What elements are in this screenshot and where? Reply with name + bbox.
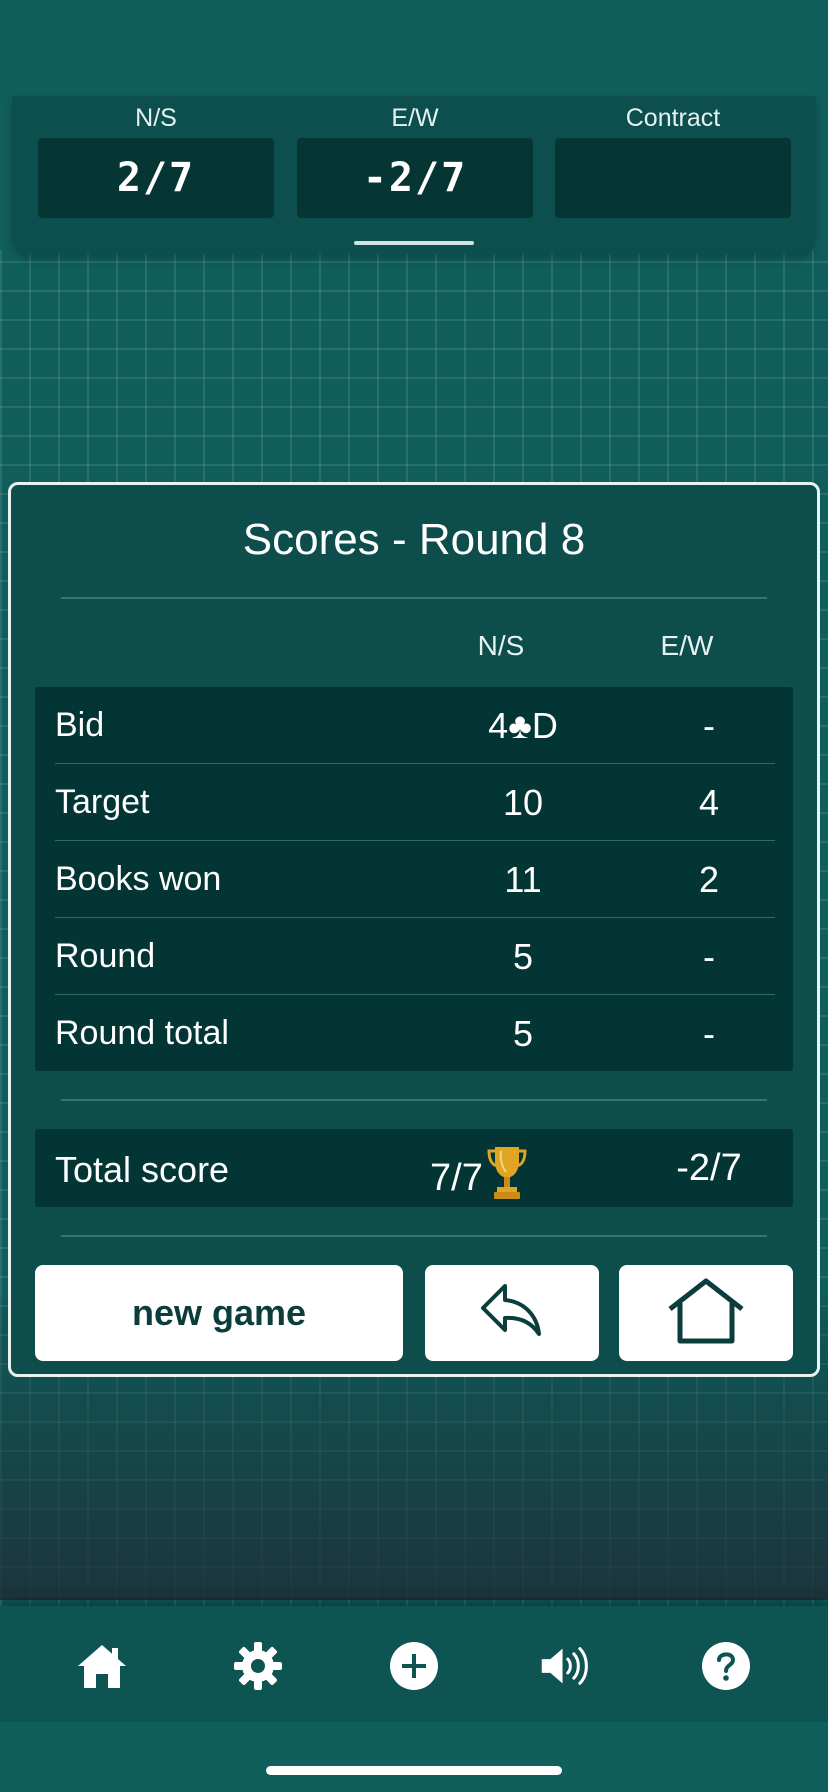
ew-cell: 4 xyxy=(698,781,720,823)
help-icon[interactable] xyxy=(700,1640,752,1692)
speaker-icon[interactable] xyxy=(540,1640,592,1692)
row-label: Target xyxy=(55,783,150,821)
scores-dialog: Scores - Round 8 N/S E/W Bid 4♣D - Targe… xyxy=(8,482,820,1377)
divider xyxy=(61,1099,767,1101)
home-outline-icon xyxy=(666,1277,746,1350)
ns-score-value: 2/7 xyxy=(38,138,274,218)
table-row: Target 10 4 xyxy=(35,764,793,841)
table-row: Round total 5 - xyxy=(35,995,793,1072)
ew-cell: - xyxy=(703,1012,715,1054)
row-label: Round total xyxy=(55,1014,229,1052)
ew-cell: - xyxy=(703,935,715,977)
back-button[interactable] xyxy=(425,1265,599,1361)
score-summary-panel[interactable]: N/S 2/7 E/W -2/7 Contract xyxy=(12,96,816,254)
ew-cell: - xyxy=(703,704,715,746)
row-label: Bid xyxy=(55,706,105,744)
round-score-table: Bid 4♣D - Target 10 4 Books won 11 2 Rou… xyxy=(35,687,793,1071)
ns-cell: 11 xyxy=(504,858,542,900)
divider xyxy=(61,1235,767,1237)
table-row: Round 5 - xyxy=(35,918,793,995)
home-button[interactable] xyxy=(619,1265,793,1361)
ns-score-column: N/S 2/7 xyxy=(38,96,274,218)
column-header-ew: E/W xyxy=(660,630,714,661)
ew-label: E/W xyxy=(391,104,439,132)
home-icon[interactable] xyxy=(76,1640,128,1692)
ns-cell: 5 xyxy=(512,1012,534,1054)
total-ew-value: -2/7 xyxy=(676,1147,742,1189)
trophy-icon xyxy=(487,1145,527,1211)
ns-cell: 5 xyxy=(512,935,534,977)
bottom-toolbar xyxy=(0,1606,828,1722)
ns-cell: 10 xyxy=(502,781,544,823)
ew-score-value: -2/7 xyxy=(297,138,533,218)
new-game-button[interactable]: new game xyxy=(35,1265,403,1361)
column-header-ns: N/S xyxy=(477,630,525,661)
total-score-label: Total score xyxy=(55,1149,230,1190)
total-ns-cell: 7/7 xyxy=(430,1145,527,1211)
bottom-safe-area xyxy=(0,1722,828,1792)
row-label: Books won xyxy=(55,860,222,898)
contract-label: Contract xyxy=(625,104,721,132)
ew-score-column: E/W -2/7 xyxy=(297,96,533,218)
home-indicator[interactable] xyxy=(266,1766,562,1775)
table-row: Books won 11 2 xyxy=(35,841,793,918)
panel-drag-handle[interactable] xyxy=(354,241,474,245)
total-score-row: Total score 7/7 -2/7 xyxy=(35,1129,793,1207)
ns-cell: 4♣D xyxy=(488,704,558,746)
undo-arrow-icon xyxy=(479,1282,545,1345)
gear-icon[interactable] xyxy=(232,1640,284,1692)
total-ns-value: 7/7 xyxy=(430,1156,483,1199)
contract-value xyxy=(555,138,791,218)
dialog-title: Scores - Round 8 xyxy=(242,515,586,564)
divider xyxy=(61,597,767,599)
row-label: Round xyxy=(55,937,156,975)
contract-column: Contract xyxy=(555,96,791,218)
ns-label: N/S xyxy=(135,104,177,132)
table-row: Bid 4♣D - xyxy=(35,687,793,764)
plus-circle-icon[interactable] xyxy=(388,1640,440,1692)
ew-cell: 2 xyxy=(698,858,720,900)
